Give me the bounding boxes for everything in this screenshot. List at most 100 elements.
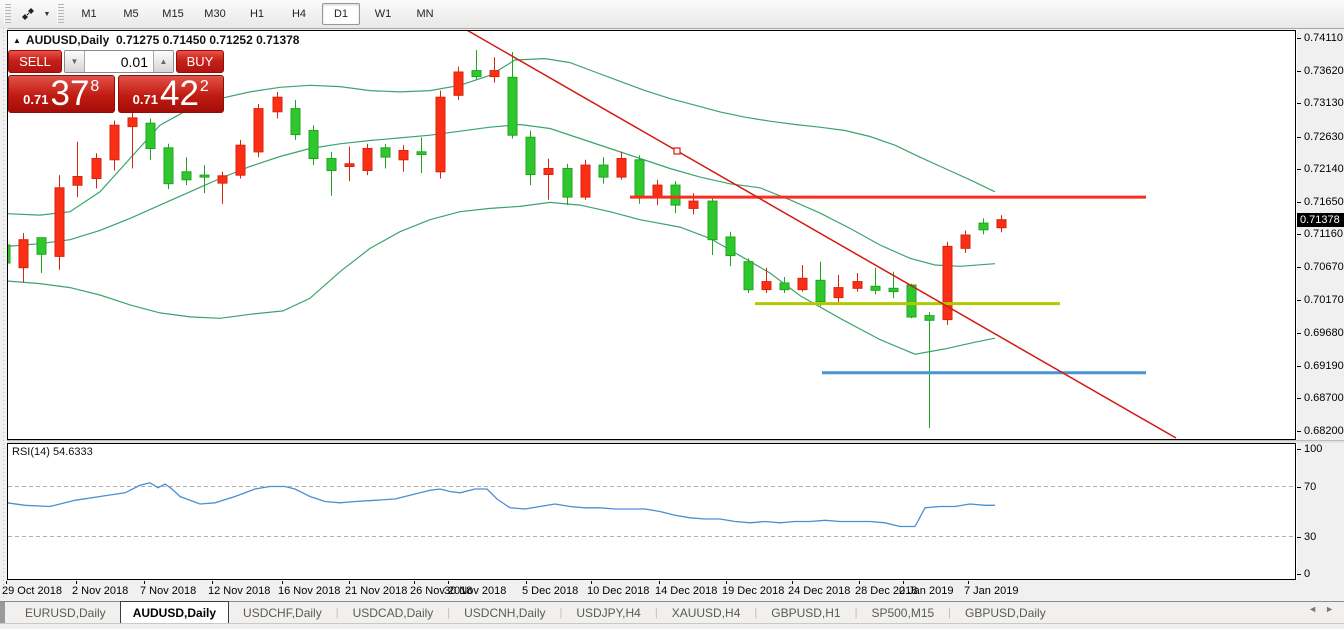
candle xyxy=(363,144,372,175)
symbol-tab-GBPUSD-H1[interactable]: GBPUSD,H1 xyxy=(757,602,854,623)
price-tick-label: 0.70670 xyxy=(1304,261,1344,273)
candle xyxy=(164,144,173,189)
candle xyxy=(417,137,426,173)
date-tick xyxy=(76,581,77,584)
price-tick-label: 0.73620 xyxy=(1304,65,1344,77)
timeframe-button-H4[interactable]: H4 xyxy=(280,3,318,25)
symbol-tab-SP500-M15[interactable]: SP500,M15 xyxy=(857,602,948,623)
double-diamond-icon xyxy=(20,6,36,22)
timeframe-button-M30[interactable]: M30 xyxy=(196,3,234,25)
date-tick-label: 30 Nov 2018 xyxy=(444,585,506,597)
tabs-scroll-right-icon[interactable]: ► xyxy=(1325,604,1334,614)
candle xyxy=(762,268,771,293)
date-tick xyxy=(591,581,592,584)
timeframe-buttons: M1M5M15M30H1H4D1W1MN xyxy=(68,3,446,25)
candle xyxy=(617,152,626,180)
date-tick xyxy=(859,581,860,584)
tabs-scroll-left-icon[interactable]: ◄ xyxy=(1308,604,1317,614)
chart-symbol-label: AUDUSD,Daily xyxy=(26,33,109,47)
date-tick-label: 10 Dec 2018 xyxy=(587,585,649,597)
candle xyxy=(200,165,209,193)
timeframe-button-MN[interactable]: MN xyxy=(406,3,444,25)
sell-button[interactable]: SELL xyxy=(8,50,62,73)
candle xyxy=(943,242,952,325)
price-tick-label: 0.69680 xyxy=(1304,327,1344,339)
toolbar-grip[interactable] xyxy=(4,4,11,24)
candle xyxy=(254,104,263,157)
candle xyxy=(526,131,535,186)
sell-price-prefix: 0.71 xyxy=(23,90,48,110)
volume-input[interactable] xyxy=(85,51,153,72)
candle xyxy=(961,230,970,253)
timeframe-button-M1[interactable]: M1 xyxy=(70,3,108,25)
date-tick-label: 29 Oct 2018 xyxy=(2,585,62,597)
price-tick-label: 0.68700 xyxy=(1304,392,1344,404)
chart-tools-dropdown-caret[interactable]: ▼ xyxy=(41,11,53,18)
symbol-tab-USDCHF-Daily[interactable]: USDCHF,Daily xyxy=(229,602,336,623)
rsi-axis[interactable]: 10070300 xyxy=(1297,443,1344,580)
price-tick-label: 0.72140 xyxy=(1304,163,1344,175)
buy-price-big: 42 xyxy=(160,79,199,109)
timeframe-button-W1[interactable]: W1 xyxy=(364,3,402,25)
symbol-tab-USDCNH-Daily[interactable]: USDCNH,Daily xyxy=(450,602,559,623)
chart-tools-icon[interactable] xyxy=(15,3,41,25)
rsi-pane-border xyxy=(8,444,1296,580)
symbol-tab-USDJPY-H4[interactable]: USDJPY,H4 xyxy=(562,602,654,623)
date-tick xyxy=(349,581,350,584)
symbol-tab-USDCAD-Daily[interactable]: USDCAD,Daily xyxy=(339,602,448,623)
status-strip xyxy=(0,623,1344,629)
candle xyxy=(744,258,753,293)
collapse-triangle-icon[interactable]: ▲ xyxy=(13,36,21,45)
sell-price-tile[interactable]: 0.71 37 8 xyxy=(8,75,115,113)
candle xyxy=(327,152,336,196)
date-tick xyxy=(526,581,527,584)
rsi-indicator-canvas[interactable] xyxy=(7,443,1297,580)
candle xyxy=(454,67,463,100)
symbol-tab-EURUSD-Daily[interactable]: EURUSD,Daily xyxy=(11,602,120,623)
symbol-tab-GBPUSD-Daily[interactable]: GBPUSD,Daily xyxy=(951,602,1060,623)
price-tick-label: 0.71650 xyxy=(1304,196,1344,208)
candle xyxy=(997,215,1006,232)
date-tick xyxy=(448,581,449,584)
candle xyxy=(436,91,445,179)
candle xyxy=(780,277,789,293)
buy-price-tile[interactable]: 0.71 42 2 xyxy=(118,75,225,113)
date-axis[interactable]: 29 Oct 20182 Nov 20187 Nov 201812 Nov 20… xyxy=(7,581,1344,600)
rsi-tick xyxy=(1297,487,1301,488)
candle xyxy=(708,198,717,255)
price-tick xyxy=(1297,234,1301,235)
descending-trendline[interactable] xyxy=(465,30,1176,438)
rsi-tick xyxy=(1297,449,1301,450)
candle xyxy=(834,275,843,304)
candle xyxy=(182,157,191,185)
candle xyxy=(345,147,354,182)
volume-decrease-button[interactable]: ▼ xyxy=(65,51,85,72)
timeframe-button-M15[interactable]: M15 xyxy=(154,3,192,25)
date-tick xyxy=(968,581,969,584)
candle xyxy=(816,262,825,307)
candle xyxy=(273,92,282,119)
date-tick-label: 7 Jan 2019 xyxy=(964,585,1018,597)
timeframe-button-M5[interactable]: M5 xyxy=(112,3,150,25)
date-tick-label: 14 Dec 2018 xyxy=(655,585,717,597)
price-tick xyxy=(1297,71,1301,72)
symbol-tab-XAUUSD-H4[interactable]: XAUUSD,H4 xyxy=(658,602,755,623)
date-tick xyxy=(903,581,904,584)
candle xyxy=(218,172,227,204)
symbol-tab-AUDUSD-Daily[interactable]: AUDUSD,Daily xyxy=(120,601,229,623)
rsi-tick-label: 70 xyxy=(1304,481,1316,493)
timeframe-button-D1[interactable]: D1 xyxy=(322,3,360,25)
candle xyxy=(236,140,245,179)
price-tick xyxy=(1297,398,1301,399)
trendline-anchor-marker[interactable] xyxy=(674,148,680,154)
price-tick-label: 0.73130 xyxy=(1304,97,1344,109)
rsi-line xyxy=(7,483,995,527)
date-tick xyxy=(212,581,213,584)
price-axis[interactable]: 0.71378 0.741100.736200.731300.726300.72… xyxy=(1297,30,1344,440)
price-tick xyxy=(1297,103,1301,104)
timeframe-button-H1[interactable]: H1 xyxy=(238,3,276,25)
volume-increase-button[interactable]: ▲ xyxy=(153,51,173,72)
buy-button[interactable]: BUY xyxy=(176,50,224,73)
toolbar-grip-2[interactable] xyxy=(57,4,64,24)
one-click-trading-panel: SELL ▼ ▲ BUY 0.71 37 8 0.71 42 2 xyxy=(8,50,224,113)
